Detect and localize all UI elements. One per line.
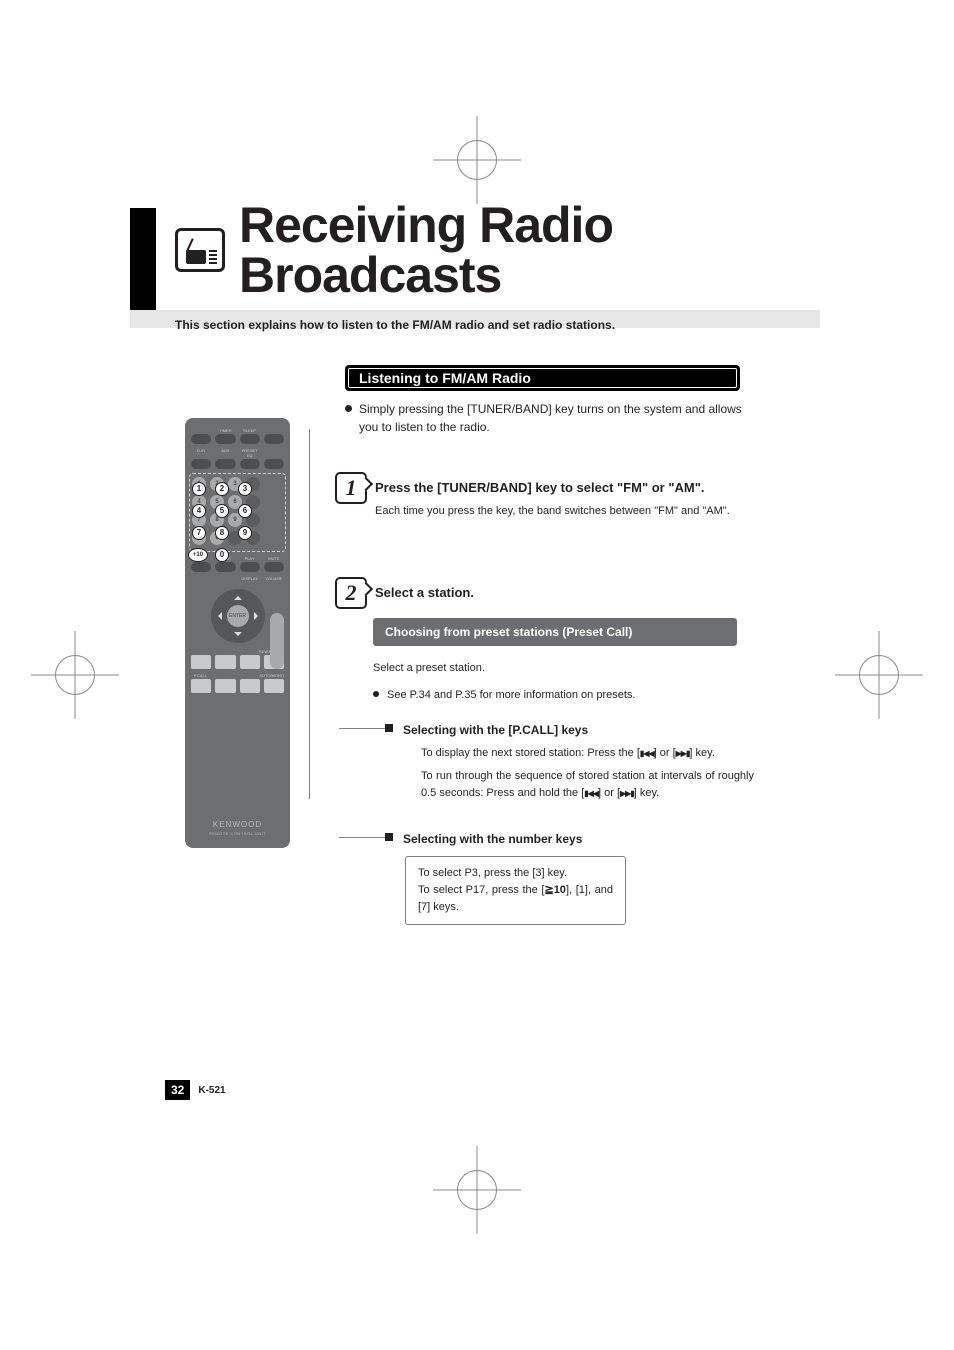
- callout-7: 7: [192, 526, 206, 540]
- next-track-icon: [676, 748, 690, 759]
- remote-btn: [215, 562, 235, 572]
- radio-icon: [175, 228, 225, 272]
- down-arrow-icon: [234, 632, 242, 640]
- step-1: 1 Press the [TUNER/BAND] key to select "…: [335, 480, 754, 520]
- callout-3: 3: [238, 482, 252, 496]
- remote-btn: [240, 434, 260, 444]
- prev-track-icon: [584, 788, 598, 799]
- remote-btn: [191, 434, 211, 444]
- section-header: Listening to FM/AM Radio: [345, 365, 740, 391]
- note-line-1: To select P3, press the [3] key.: [418, 865, 613, 882]
- numkeys-heading: Selecting with the number keys: [373, 830, 754, 848]
- callout-9: 9: [238, 526, 252, 540]
- remote-btn: [240, 562, 260, 572]
- callout-5: 5: [215, 504, 229, 518]
- pcall-heading: Selecting with the [P.CALL] keys: [373, 721, 754, 739]
- pcall-line-2: To run through the sequence of stored st…: [421, 768, 754, 802]
- intro-text: This section explains how to listen to t…: [175, 318, 814, 332]
- remote-btn: [215, 434, 235, 444]
- callout-4: 4: [192, 504, 206, 518]
- callout-0: 0: [215, 548, 229, 562]
- remote-btn: [264, 679, 284, 693]
- lead-bullet: Simply pressing the [TUNER/BAND] key tur…: [345, 400, 754, 436]
- remote-btn: [215, 459, 235, 469]
- registration-mark-bottom: [457, 1170, 497, 1210]
- remote-btn: [240, 459, 260, 469]
- remote-btn: [191, 655, 211, 669]
- step-heading: Press the [TUNER/BAND] key to select "FM…: [375, 480, 754, 495]
- left-arrow-icon: [214, 612, 222, 620]
- remote-btn: [264, 562, 284, 572]
- note-line-2: To select P17, press the [10], [1], and …: [418, 882, 613, 916]
- pcall-next-btn: [215, 679, 235, 693]
- callout-1: 1: [192, 482, 206, 496]
- registration-mark-left: [55, 655, 95, 695]
- step-number: 1: [335, 472, 367, 504]
- dpad: ENTER: [211, 589, 265, 643]
- pcall-prev-btn: [191, 679, 211, 693]
- remote-btn: [215, 655, 235, 669]
- callout-line: [309, 429, 310, 799]
- remote-btn: [264, 459, 284, 469]
- volume-rocker: [270, 613, 284, 669]
- brand-label: KENWOOD REMOTE CONTROL UNIT: [185, 820, 290, 836]
- registration-mark-top: [457, 140, 497, 180]
- right-arrow-icon: [254, 612, 262, 620]
- example-note: To select P3, press the [3] key. To sele…: [405, 856, 626, 925]
- section-title: Listening to FM/AM Radio: [359, 370, 531, 386]
- page-title: Receiving Radio Broadcasts: [239, 200, 814, 300]
- callout-plus10: +10: [188, 548, 208, 562]
- sub-line: Select a preset station.: [373, 660, 754, 677]
- step-number: 2: [335, 577, 367, 609]
- subsection-header: Choosing from preset stations (Preset Ca…: [373, 618, 737, 646]
- next-track-icon: [620, 788, 634, 799]
- gte-icon: [544, 884, 553, 896]
- remote-btn: [240, 655, 260, 669]
- model-number: K-521: [198, 1085, 225, 1096]
- up-arrow-icon: [234, 592, 242, 600]
- step-2: 2 Select a station. Choosing from preset…: [335, 585, 754, 925]
- pcall-line-1: To display the next stored station: Pres…: [421, 745, 754, 762]
- remote-btn: [191, 459, 211, 469]
- callout-2: 2: [215, 482, 229, 496]
- sub-bullet: See P.34 and P.35 for more information o…: [373, 687, 754, 704]
- page-number: 32: [165, 1080, 190, 1100]
- step-heading: Select a station.: [375, 585, 754, 600]
- enter-btn: ENTER: [227, 605, 249, 627]
- remote-btn: [191, 562, 211, 572]
- callout-6: 6: [238, 504, 252, 518]
- step-body: Each time you press the key, the band sw…: [375, 503, 754, 520]
- registration-mark-right: [859, 655, 899, 695]
- remote-btn: [240, 679, 260, 693]
- footer: 32 K-521: [165, 1080, 226, 1100]
- callout-8: 8: [215, 526, 229, 540]
- prev-track-icon: [640, 748, 654, 759]
- remote-power-btn: [264, 434, 284, 444]
